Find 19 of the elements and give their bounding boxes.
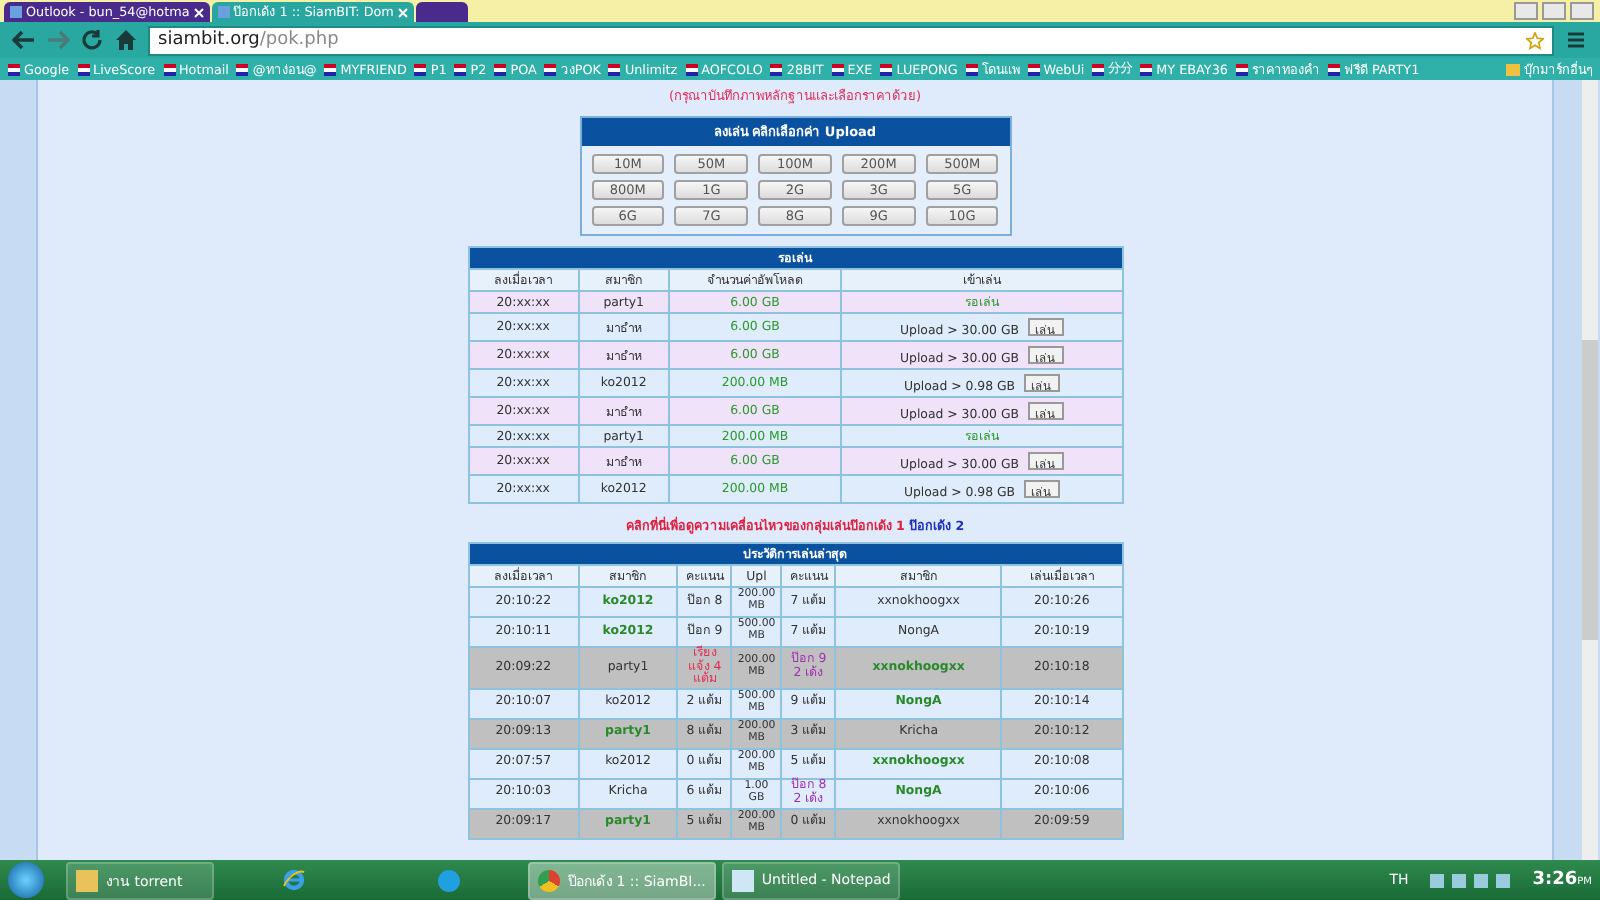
browser-tab[interactable] — [415, 2, 468, 22]
site-icon — [10, 6, 22, 18]
notepad-icon — [731, 869, 754, 891]
address-bar[interactable]: siambit.org/pok.php — [148, 25, 1554, 55]
menu-icon[interactable] — [1564, 28, 1588, 52]
forward-icon[interactable] — [46, 28, 70, 52]
scrollbar[interactable] — [1582, 80, 1598, 860]
browser-icon — [282, 868, 306, 892]
close-icon[interactable] — [193, 7, 204, 17]
site-icon — [217, 6, 230, 18]
folder-icon — [76, 869, 98, 891]
back-icon[interactable] — [12, 28, 36, 52]
star-icon[interactable] — [1526, 31, 1544, 49]
reload-icon[interactable] — [80, 28, 104, 52]
home-icon[interactable] — [114, 28, 138, 52]
window-controls-drawing[interactable] — [1508, 0, 1600, 22]
start-button[interactable] — [8, 862, 44, 898]
tray-icons-drawing[interactable] — [1430, 873, 1511, 887]
browser-icon — [538, 869, 560, 891]
